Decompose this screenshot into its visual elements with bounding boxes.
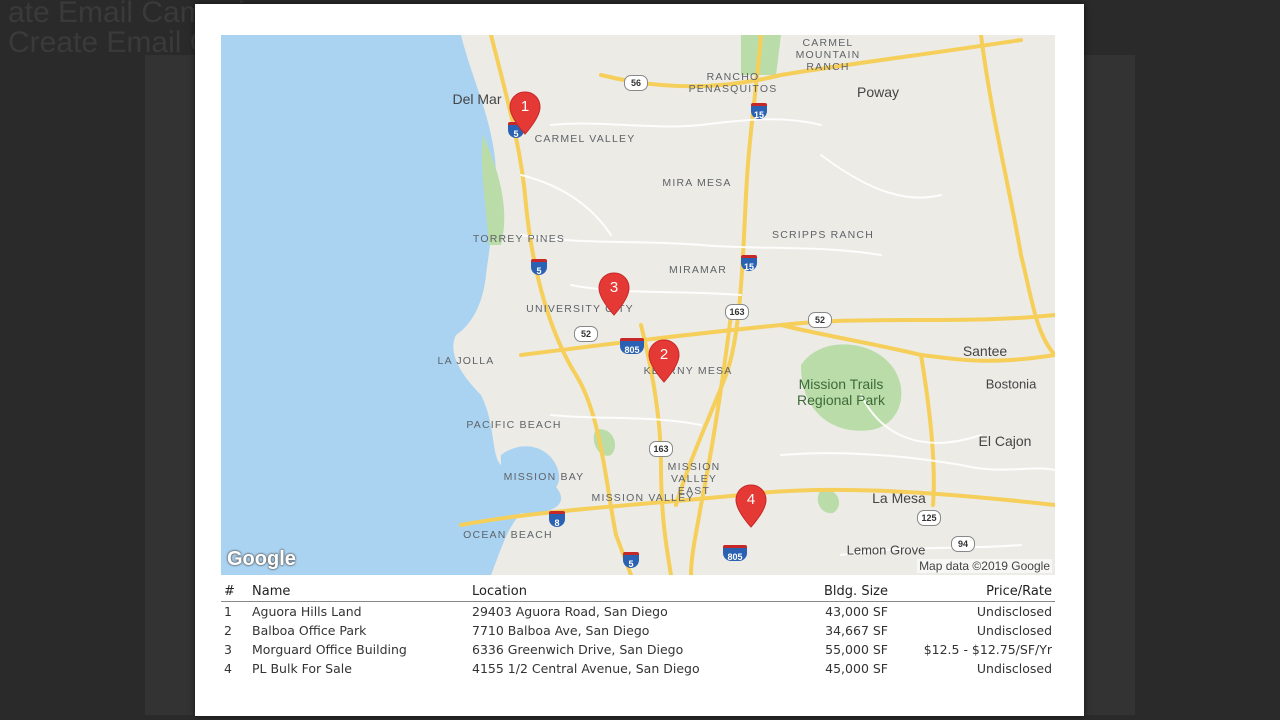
col-header-num: # [221,582,249,602]
row-num: 3 [224,642,232,657]
map-label-mission-bay: MISSION BAY [503,471,585,483]
row-price: Undisclosed [976,661,1052,676]
row-num: 1 [224,604,232,619]
table-row[interactable]: 3 Morguard Office Building 6336 Greenwic… [221,640,1055,659]
row-name: Morguard Office Building [252,642,407,657]
row-price: Undisclosed [976,623,1052,638]
row-name: PL Bulk For Sale [252,661,352,676]
map-marker-2[interactable]: 2 [648,339,680,383]
state-route-shield: 56 [624,75,648,91]
state-route-shield: 125 [917,510,941,526]
row-size: 45,000 SF [825,661,888,676]
map-label-mission-trails-park: Mission Trails Regional Park [797,376,885,408]
row-size: 34,667 SF [825,623,888,638]
state-route-shield: 52 [808,312,832,328]
interstate-shield: 15 [741,255,757,272]
table-header-row: # Name Location Bldg. Size Price/Rate [221,582,1055,602]
row-price: Undisclosed [976,604,1052,619]
map-label-rancho-penasquitos: RANCHO PENASQUITOS [688,71,778,95]
row-location: 6336 Greenwich Drive, San Diego [472,642,684,657]
state-route-shield: 94 [951,536,975,552]
state-route-shield: 163 [649,441,673,457]
interstate-shield: 5 [623,552,639,569]
map-label-ocean-beach: OCEAN BEACH [463,529,553,541]
row-name: Balboa Office Park [252,623,367,638]
map-label-carmel-mountain-ranch: CARMEL MOUNTAIN RANCH [795,37,861,73]
map-label-el-cajon: El Cajon [978,433,1032,449]
table-row[interactable]: 1 Aguora Hills Land 29403 Aguora Road, S… [221,602,1055,622]
map-label-santee: Santee [962,343,1008,359]
interstate-shield: 8 [549,511,565,528]
col-header-name: Name [249,582,469,602]
map-marker-4[interactable]: 4 [735,484,767,528]
interstate-shield: 5 [531,259,547,276]
table-row[interactable]: 4 PL Bulk For Sale 4155 1/2 Central Aven… [221,659,1055,678]
state-route-shield: 52 [574,326,598,342]
property-map[interactable]: CARMEL MOUNTAIN RANCH RANCHO PENASQUITOS… [221,35,1055,575]
row-location: 7710 Balboa Ave, San Diego [472,623,650,638]
map-label-mira-mesa: MIRA MESA [662,177,732,189]
col-header-location: Location [469,582,735,602]
map-label-del-mar: Del Mar [452,91,502,107]
map-label-mission-valley: MISSION VALLEY [591,492,695,504]
map-label-la-mesa: La Mesa [872,490,926,506]
table-row[interactable]: 2 Balboa Office Park 7710 Balboa Ave, Sa… [221,621,1055,640]
col-header-size: Bldg. Size [735,582,891,602]
row-size: 55,000 SF [825,642,888,657]
col-header-price: Price/Rate [891,582,1055,602]
state-route-shield: 163 [725,304,749,320]
map-label-carmel-valley: CARMEL VALLEY [534,133,636,145]
google-logo[interactable]: Google [227,548,296,571]
property-table: # Name Location Bldg. Size Price/Rate 1 … [221,582,1055,678]
map-marker-1[interactable]: 1 [509,91,541,135]
map-attribution[interactable]: Map data ©2019 Google [917,559,1052,573]
row-name: Aguora Hills Land [252,604,362,619]
map-label-bostonia: Bostonia [985,376,1037,392]
map-label-la-jolla: LA JOLLA [437,355,495,367]
interstate-shield: 805 [620,338,644,355]
map-label-poway: Poway [856,84,900,100]
row-size: 43,000 SF [825,604,888,619]
interstate-shield: 805 [723,545,747,562]
map-label-lemon-grove: Lemon Grove [846,542,926,558]
map-modal: CARMEL MOUNTAIN RANCH RANCHO PENASQUITOS… [195,4,1084,716]
map-label-miramar: MIRAMAR [669,264,727,276]
row-num: 2 [224,623,232,638]
row-num: 4 [224,661,232,676]
row-price: $12.5 - $12.75/SF/Yr [923,642,1052,657]
interstate-shield: 15 [751,103,767,120]
map-label-pacific-beach: PACIFIC BEACH [466,419,562,431]
map-marker-3[interactable]: 3 [598,272,630,316]
map-label-torrey-pines: TORREY PINES [472,233,566,245]
map-label-scripps-ranch: SCRIPPS RANCH [772,229,874,241]
row-location: 29403 Aguora Road, San Diego [472,604,668,619]
row-location: 4155 1/2 Central Avenue, San Diego [472,661,700,676]
